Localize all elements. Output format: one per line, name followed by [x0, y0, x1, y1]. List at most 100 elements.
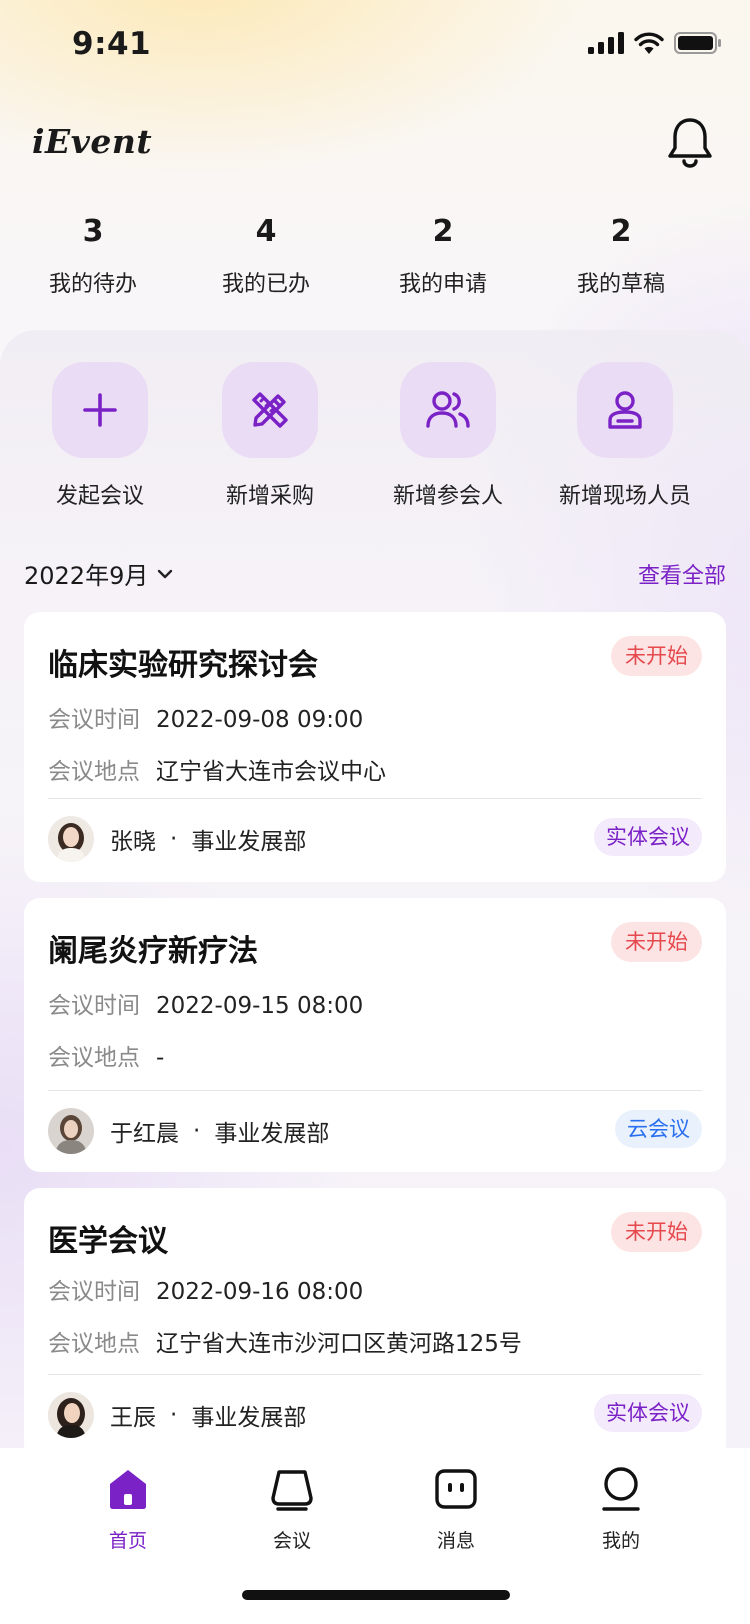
plus-icon — [83, 393, 117, 427]
pencil-ruler-icon — [252, 392, 288, 428]
status-badge: 未开始 — [611, 1212, 702, 1252]
meeting-time-row: 会议时间 2022-09-08 09:00 — [48, 700, 363, 734]
action-label: 新增参会人 — [392, 484, 503, 509]
stat-drafts[interactable]: 2 我的草稿 — [541, 212, 701, 298]
bell-icon[interactable] — [666, 116, 714, 168]
month-label: 2022年9月 — [24, 562, 149, 590]
quick-actions: 发起会议 新增采购 新增参会人 新增现场人员 — [0, 362, 750, 512]
action-add-onsite-staff[interactable]: 新增现场人员 — [540, 362, 710, 510]
meeting-location-row: 会议地点 辽宁省大连市会议中心 — [48, 752, 386, 786]
organizer-name: 于红晨 — [110, 1121, 179, 1147]
organizer-department: 事业发展部 — [214, 1121, 330, 1147]
status-time: 9:41 — [72, 26, 152, 62]
action-icon-bg — [52, 362, 148, 458]
action-create-meeting[interactable]: 发起会议 — [15, 362, 185, 510]
organizer-row: 于红晨 · 事业发展部 — [48, 1108, 329, 1154]
card-divider — [48, 1374, 702, 1375]
month-row: 2022年9月 查看全部 — [24, 556, 726, 592]
organizer-name: 王辰 — [110, 1405, 156, 1431]
separator-dot: · — [193, 1118, 201, 1144]
stat-label: 我的已办 — [221, 272, 310, 297]
meeting-card[interactable]: 临床实验研究探讨会 未开始 会议时间 2022-09-08 09:00 会议地点辽… — [24, 612, 726, 882]
status-bar: 9:41 — [0, 0, 750, 92]
tab-label: 会议 — [272, 1530, 311, 1552]
battery-icon — [674, 32, 721, 54]
separator-dot: · — [170, 1402, 178, 1428]
tab-messages[interactable]: 消息 — [396, 1464, 516, 1553]
wifi-icon — [634, 32, 664, 54]
avatar — [48, 1108, 94, 1154]
stat-count: 4 — [255, 214, 277, 249]
action-label: 新增现场人员 — [558, 484, 691, 509]
users-icon — [426, 391, 470, 428]
stat-count: 3 — [82, 214, 104, 249]
location-value: 辽宁省大连市会议中心 — [156, 759, 386, 785]
separator-dot: · — [170, 826, 178, 852]
month-selector[interactable]: 2022年9月 — [24, 556, 174, 591]
action-new-purchase[interactable]: 新增采购 — [185, 362, 355, 510]
meeting-card[interactable]: 阑尾炎疗新疗法 未开始 会议时间 2022-09-15 08:00 会议地点 - 于… — [24, 898, 726, 1172]
view-all-link[interactable]: 查看全部 — [638, 558, 726, 590]
meeting-location-row: 会议地点 辽宁省大连市沙河口区黄河路125号 — [48, 1324, 522, 1358]
time-value: 2022-09-08 09:00 — [156, 707, 364, 733]
meeting-icon — [271, 1470, 313, 1511]
tab-home[interactable]: 首页 — [68, 1464, 188, 1553]
home-indicator — [242, 1590, 510, 1600]
meeting-title: 临床实验研究探讨会 — [48, 648, 318, 683]
time-value: 2022-09-15 08:00 — [156, 993, 364, 1019]
stat-applications[interactable]: 2 我的申请 — [363, 212, 523, 298]
organizer-row: 王辰 · 事业发展部 — [48, 1392, 306, 1438]
action-icon-bg — [577, 362, 673, 458]
action-icon-bg — [222, 362, 318, 458]
meeting-type-badge: 实体会议 — [594, 1394, 702, 1432]
status-badge: 未开始 — [611, 636, 702, 676]
location-label: 会议地点 — [48, 759, 140, 785]
status-icons — [588, 32, 722, 54]
action-add-attendee[interactable]: 新增参会人 — [363, 362, 533, 510]
stat-count: 2 — [432, 214, 454, 249]
meeting-location-row: 会议地点 - — [48, 1038, 164, 1072]
action-label: 新增采购 — [225, 484, 314, 509]
tab-profile[interactable]: 我的 — [561, 1464, 681, 1553]
action-label: 发起会议 — [55, 484, 144, 509]
organizer-department: 事业发展部 — [191, 1405, 307, 1431]
status-badge: 未开始 — [611, 922, 702, 962]
tab-label: 消息 — [436, 1530, 475, 1552]
organizer-name: 张晓 — [110, 829, 156, 855]
stat-count: 2 — [610, 214, 632, 249]
time-value: 2022-09-16 08:00 — [156, 1279, 364, 1305]
location-value: - — [156, 1045, 165, 1071]
home-screen: 9:41 iEvent 3 我的待办 4 我的已办 2 我的申请 2 我的草稿 … — [0, 0, 750, 1624]
location-label: 会议地点 — [48, 1331, 140, 1357]
organizer-row: 张晓 · 事业发展部 — [48, 816, 306, 862]
chevron-down-icon — [158, 569, 173, 578]
meeting-type-badge: 实体会议 — [594, 818, 702, 856]
profile-icon — [602, 1467, 640, 1511]
card-divider — [48, 1090, 702, 1091]
location-value: 辽宁省大连市沙河口区黄河路125号 — [156, 1331, 522, 1357]
meeting-time-row: 会议时间 2022-09-16 08:00 — [48, 1272, 363, 1306]
organizer-department: 事业发展部 — [191, 829, 307, 855]
time-label: 会议时间 — [48, 993, 140, 1019]
action-icon-bg — [400, 362, 496, 458]
meeting-card[interactable]: 医学会议 未开始 会议时间 2022-09-16 08:00 会议地点 辽宁省大连市… — [24, 1188, 726, 1460]
tab-label: 我的 — [601, 1530, 640, 1552]
avatar — [48, 816, 94, 862]
avatar — [48, 1392, 94, 1438]
meeting-title: 医学会议 — [48, 1224, 168, 1259]
meeting-type-badge: 云会议 — [615, 1110, 702, 1148]
stat-todo[interactable]: 3 我的待办 — [13, 212, 173, 298]
time-label: 会议时间 — [48, 1279, 140, 1305]
home-icon — [110, 1470, 146, 1509]
stats-row: 3 我的待办 4 我的已办 2 我的申请 2 我的草稿 — [0, 212, 750, 302]
stat-label: 我的申请 — [398, 272, 487, 297]
staff-icon — [608, 391, 642, 429]
app-logo: iEvent — [32, 122, 153, 161]
tab-meetings[interactable]: 会议 — [232, 1464, 352, 1553]
cellular-signal-icon — [588, 32, 624, 54]
meeting-title: 阑尾炎疗新疗法 — [48, 934, 258, 969]
meeting-time-row: 会议时间 2022-09-15 08:00 — [48, 986, 363, 1020]
stat-label: 我的草稿 — [576, 272, 665, 297]
time-label: 会议时间 — [48, 707, 140, 733]
stat-done[interactable]: 4 我的已办 — [186, 212, 346, 298]
